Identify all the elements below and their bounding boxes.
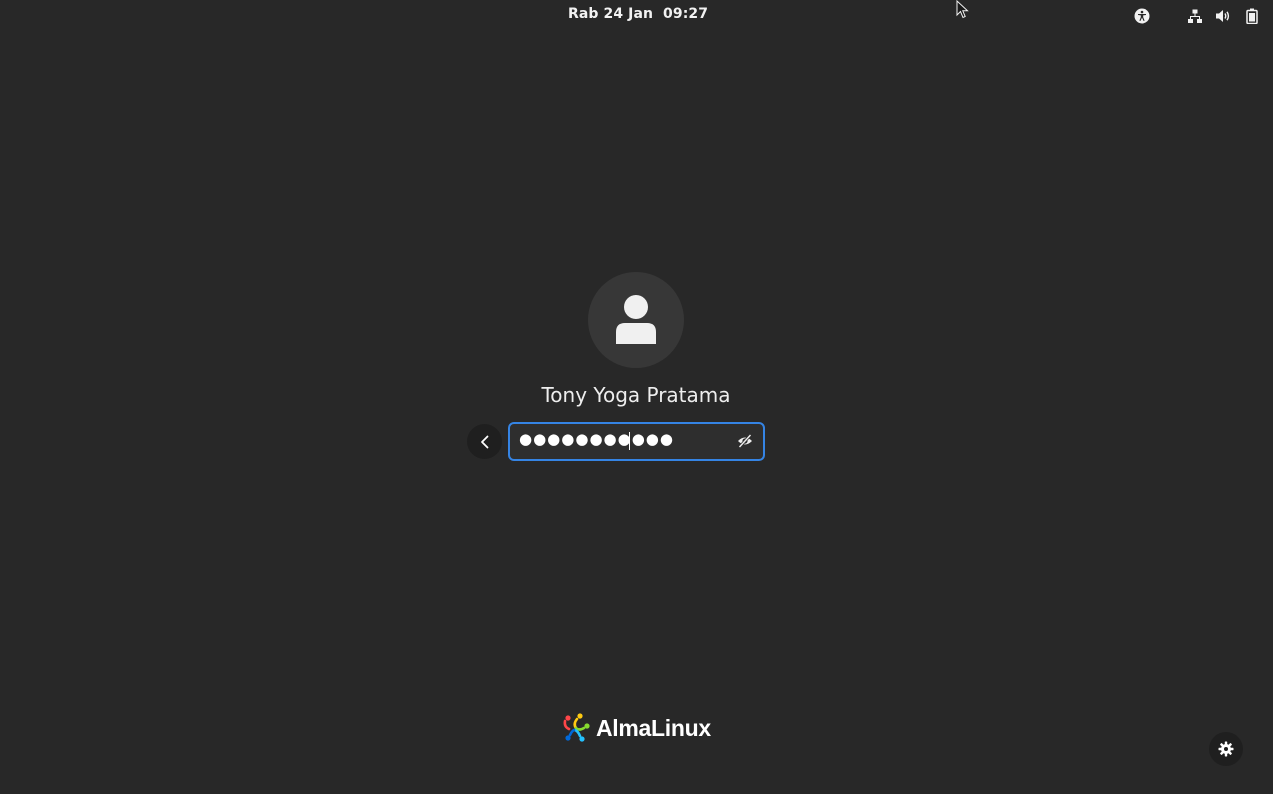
user-icon (616, 295, 656, 344)
accessibility-icon[interactable] (1132, 6, 1152, 26)
chevron-left-icon (480, 435, 488, 448)
password-masked-text: ●●●●●●●●●●● (519, 430, 674, 448)
eye-off-icon (738, 433, 752, 449)
user-avatar (588, 272, 684, 368)
mouse-pointer-icon (956, 0, 970, 20)
top-bar: Rab 24 Jan 09:27 (0, 0, 1273, 32)
gear-icon (1218, 741, 1234, 757)
date-time-clock[interactable]: Rab 24 Jan 09:27 (568, 6, 708, 22)
login-screen: Rab 24 Jan 09:27 Tony Yoga Pratama ●●●●●… (0, 0, 1273, 794)
distro-logo-text: AlmaLinux (596, 714, 711, 741)
show-password-button[interactable] (735, 431, 755, 451)
text-caret (629, 432, 630, 450)
almalinux-logo-icon (563, 713, 590, 742)
session-settings-button[interactable] (1209, 732, 1243, 766)
back-button[interactable] (467, 424, 502, 459)
volume-icon[interactable] (1213, 6, 1233, 26)
user-name-label: Tony Yoga Pratama (541, 383, 731, 407)
network-wired-icon[interactable] (1185, 6, 1205, 26)
password-field[interactable]: ●●●●●●●●●●● (508, 422, 765, 461)
battery-icon[interactable] (1242, 6, 1262, 26)
distro-logo: AlmaLinux (560, 712, 711, 744)
